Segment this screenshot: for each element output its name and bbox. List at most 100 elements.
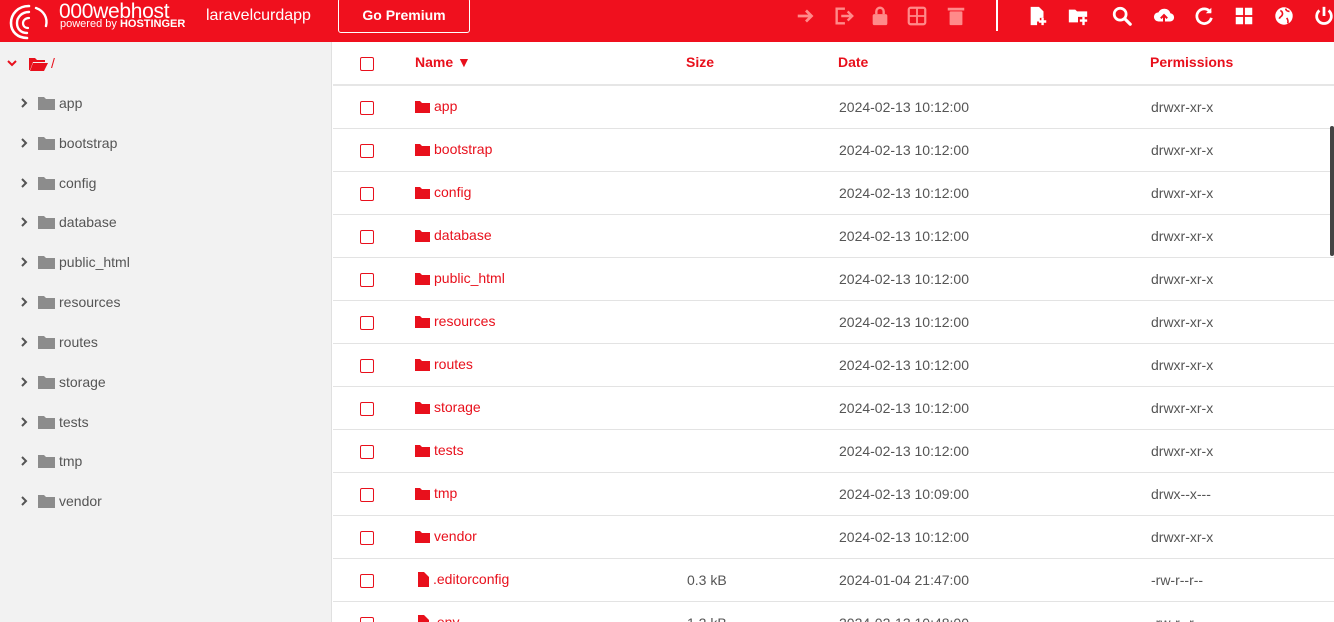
table-row[interactable]: .env 1.2 kB 2024-02-13 10:48:00 -rw-r--r--	[333, 602, 1334, 622]
arrow-right-icon[interactable]	[794, 4, 818, 28]
row-checkbox[interactable]	[360, 230, 374, 244]
table-row[interactable]: config 2024-02-13 10:12:00 drwxr-xr-x	[333, 172, 1334, 215]
table-header: Name ▼ Size Date Permissions	[333, 42, 1334, 86]
tree-item-bootstrap[interactable]: bootstrap	[18, 132, 117, 154]
tree-item-config[interactable]: config	[18, 172, 96, 194]
table-row[interactable]: resources 2024-02-13 10:12:00 drwxr-xr-x	[333, 301, 1334, 344]
row-checkbox[interactable]	[360, 101, 374, 115]
new-file-icon[interactable]	[1026, 4, 1050, 28]
row-checkbox[interactable]	[360, 488, 374, 502]
tree-item-routes[interactable]: routes	[18, 331, 98, 353]
brand-logo[interactable]: 000webhost powered by HOSTINGER	[4, 0, 194, 42]
tree-item-label: bootstrap	[59, 135, 118, 151]
file-name-link[interactable]: tmp	[415, 485, 457, 501]
folder-icon	[415, 401, 430, 414]
file-name-link[interactable]: database	[415, 227, 492, 243]
file-name-link[interactable]: .editorconfig	[415, 571, 509, 587]
column-name-header[interactable]: Name ▼	[415, 54, 471, 70]
table-row[interactable]: app 2024-02-13 10:12:00 drwxr-xr-x	[333, 86, 1334, 129]
file-permissions: drwx--x---	[1151, 486, 1211, 502]
file-date: 2024-02-13 10:12:00	[839, 443, 969, 459]
table-row[interactable]: .editorconfig 0.3 kB 2024-01-04 21:47:00 -r…	[333, 559, 1334, 602]
table-row[interactable]: storage 2024-02-13 10:12:00 drwxr-xr-x	[333, 387, 1334, 430]
tree-item-storage[interactable]: storage	[18, 371, 106, 393]
row-checkbox[interactable]	[360, 187, 374, 201]
table-row[interactable]: vendor 2024-02-13 10:12:00 drwxr-xr-x	[333, 516, 1334, 559]
select-all-checkbox[interactable]	[360, 57, 374, 71]
search-icon[interactable]	[1110, 4, 1134, 28]
table-row[interactable]: bootstrap 2024-02-13 10:12:00 drwxr-xr-x	[333, 129, 1334, 172]
folder-icon	[38, 336, 55, 349]
row-checkbox[interactable]	[360, 617, 374, 622]
table-row[interactable]: public_html 2024-02-13 10:12:00 drwxr-xr-x	[333, 258, 1334, 301]
chevron-right-icon[interactable]	[18, 216, 30, 228]
file-name-link[interactable]: storage	[415, 399, 481, 415]
trash-icon[interactable]	[944, 4, 968, 28]
sign-out-icon[interactable]	[832, 4, 856, 28]
folder-icon	[38, 137, 55, 150]
chevron-right-icon[interactable]	[18, 97, 30, 109]
table-row[interactable]: tests 2024-02-13 10:12:00 drwxr-xr-x	[333, 430, 1334, 473]
file-date: 2024-02-13 10:12:00	[839, 314, 969, 330]
chevron-right-icon[interactable]	[18, 256, 30, 268]
row-checkbox[interactable]	[360, 316, 374, 330]
globe-icon[interactable]	[1272, 4, 1296, 28]
go-premium-button[interactable]: Go Premium	[338, 0, 470, 33]
file-size: 0.3 kB	[687, 572, 727, 588]
file-permissions: drwxr-xr-x	[1151, 357, 1214, 373]
folder-icon	[38, 97, 55, 110]
row-checkbox[interactable]	[360, 574, 374, 588]
chevron-right-icon[interactable]	[18, 376, 30, 388]
table-row[interactable]: tmp 2024-02-13 10:09:00 drwx--x---	[333, 473, 1334, 516]
refresh-icon[interactable]	[1192, 4, 1216, 28]
file-name-link[interactable]: vendor	[415, 528, 477, 544]
tree-item-label: public_html	[59, 254, 130, 270]
file-name-link[interactable]: bootstrap	[415, 141, 492, 157]
tree-item-resources[interactable]: resources	[18, 291, 120, 313]
file-name-link[interactable]: routes	[415, 356, 473, 372]
file-name-link[interactable]: app	[415, 98, 457, 114]
file-name-link[interactable]: tests	[415, 442, 464, 458]
chevron-right-icon[interactable]	[18, 336, 30, 348]
new-folder-icon[interactable]	[1066, 4, 1090, 28]
table-row[interactable]: routes 2024-02-13 10:12:00 drwxr-xr-x	[333, 344, 1334, 387]
chevron-right-icon[interactable]	[18, 177, 30, 189]
row-checkbox[interactable]	[360, 445, 374, 459]
file-name-link[interactable]: public_html	[415, 270, 505, 286]
chevron-right-icon[interactable]	[18, 455, 30, 467]
row-checkbox[interactable]	[360, 359, 374, 373]
lock-icon[interactable]	[868, 4, 892, 28]
scrollbar-thumb[interactable]	[1330, 126, 1334, 256]
file-name-link[interactable]: .env	[415, 614, 459, 622]
grid-icon[interactable]	[1232, 4, 1256, 28]
file-name-label: tests	[434, 442, 464, 458]
tree-item-app[interactable]: app	[18, 92, 82, 114]
tree-item-database[interactable]: database	[18, 211, 117, 233]
tree-item-vendor[interactable]: vendor	[18, 490, 102, 512]
file-name-link[interactable]: config	[415, 184, 471, 200]
tree-root[interactable]: /	[6, 52, 55, 74]
column-size-header[interactable]: Size	[686, 54, 714, 70]
row-checkbox[interactable]	[360, 144, 374, 158]
tree-item-public-html[interactable]: public_html	[18, 251, 130, 273]
folder-icon	[415, 358, 430, 371]
chevron-down-icon[interactable]	[6, 57, 18, 69]
tree-item-tmp[interactable]: tmp	[18, 450, 82, 472]
tree-item-tests[interactable]: tests	[18, 411, 89, 433]
row-checkbox[interactable]	[360, 531, 374, 545]
column-permissions-header[interactable]: Permissions	[1150, 54, 1233, 70]
tree-item-label: database	[59, 214, 117, 230]
column-date-header[interactable]: Date	[838, 54, 868, 70]
file-name-link[interactable]: resources	[415, 313, 495, 329]
chevron-right-icon[interactable]	[18, 416, 30, 428]
upload-icon[interactable]	[1152, 4, 1176, 28]
archive-icon[interactable]	[905, 4, 929, 28]
row-checkbox[interactable]	[360, 273, 374, 287]
table-row[interactable]: database 2024-02-13 10:12:00 drwxr-xr-x	[333, 215, 1334, 258]
chevron-right-icon[interactable]	[18, 296, 30, 308]
chevron-right-icon[interactable]	[18, 495, 30, 507]
power-icon[interactable]	[1312, 4, 1334, 28]
row-checkbox[interactable]	[360, 402, 374, 416]
chevron-right-icon[interactable]	[18, 137, 30, 149]
file-permissions: drwxr-xr-x	[1151, 142, 1214, 158]
